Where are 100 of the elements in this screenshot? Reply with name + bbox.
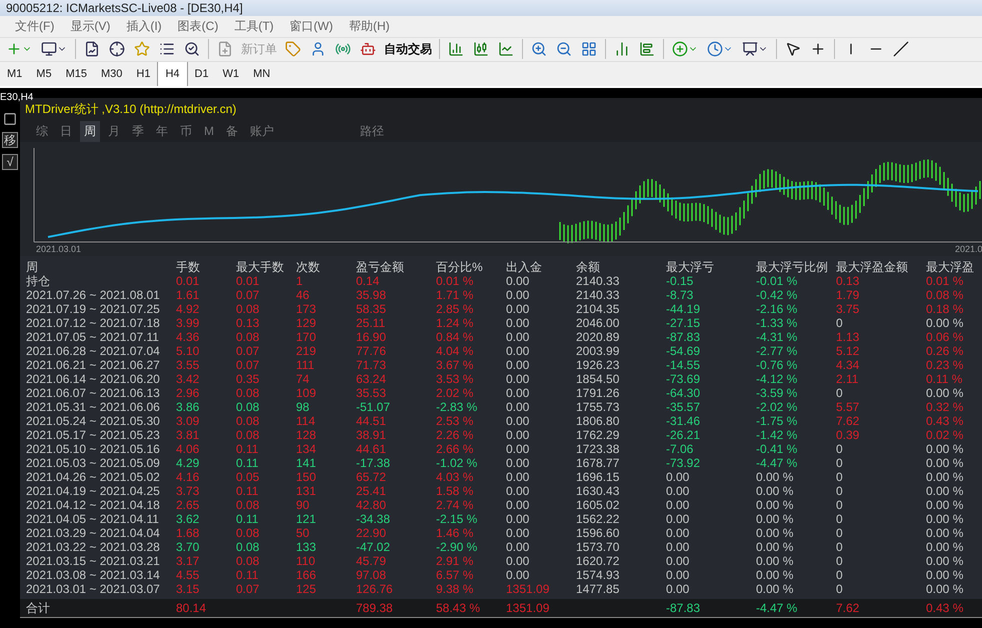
table-cell-text: 111	[296, 358, 316, 372]
table-cell-text: 0.07	[236, 288, 260, 302]
panel-tab[interactable]: 账户	[246, 120, 278, 142]
menu-item[interactable]: 插入(I)	[119, 16, 169, 37]
table-cell-text: -0.41 %	[756, 442, 798, 456]
table-cell-text: 0.00 %	[756, 582, 794, 596]
menu-item[interactable]: 工具(T)	[227, 16, 281, 37]
timeframe-tab[interactable]: M30	[94, 62, 130, 86]
table-cell-text: 173	[296, 302, 318, 316]
table-cell-text: -31.46	[666, 414, 702, 428]
timeframe-tab[interactable]: H4	[157, 62, 188, 86]
table-cell-text: 0.08	[236, 414, 260, 428]
table-cell-text: -73.69	[666, 372, 702, 386]
column-header: 出入金	[506, 260, 543, 274]
table-cell-text: 0.00	[666, 470, 690, 484]
table-cell-text: 63.24	[356, 372, 388, 386]
menu-item[interactable]: 文件(F)	[8, 16, 62, 37]
side-tool-button[interactable]: 移	[2, 132, 18, 148]
period-cell-text: 2021.06.07 ~ 2021.06.13	[26, 386, 161, 400]
table-cell-text: -73.92	[666, 456, 702, 470]
table-cell-text: 0.00	[506, 428, 530, 442]
timeframe-tab[interactable]: M1	[0, 62, 30, 86]
timeframe-tab[interactable]: H1	[129, 62, 158, 86]
column-header: 盈亏金额	[356, 260, 405, 274]
table-cell-text: 2.74 %	[436, 498, 474, 512]
timeframe-tab[interactable]: D1	[188, 62, 216, 86]
table-cell-text: 5.57	[836, 400, 860, 414]
table-cell-text: 129	[296, 316, 318, 330]
table-cell-text: 789.38	[356, 601, 394, 615]
table-cell-text: -1.42 %	[756, 428, 798, 442]
timeframe-tab[interactable]: MN	[246, 62, 278, 86]
table-cell-text: 141	[296, 456, 318, 470]
panel-tab[interactable]: 周	[80, 120, 100, 142]
table-cell-text: -1.33 %	[756, 316, 798, 330]
table-cell-text: 0.06 %	[926, 330, 964, 344]
panel-tab[interactable]: 季	[128, 120, 148, 142]
table-cell-text: 0.08	[236, 302, 260, 316]
table-cell-text: 44.51	[356, 414, 388, 428]
table-cell-text: 3.55	[176, 358, 200, 372]
period-cell-text: 2021.03.29 ~ 2021.04.04	[26, 526, 161, 540]
panel-tab[interactable]: M	[200, 122, 218, 140]
menu-item[interactable]: 图表(C)	[170, 16, 226, 37]
table-cell-text: -44.19	[666, 302, 702, 316]
table-cell-text: 0.00	[506, 512, 530, 526]
table-cell-text: 0.00 %	[926, 386, 964, 400]
table-cell-text: 4.92	[176, 302, 200, 316]
side-tool-button[interactable]: √	[2, 154, 18, 170]
table-cell-text: 0.00	[506, 358, 530, 372]
table-cell-text: 131	[296, 484, 318, 498]
table-cell-text: 0.08	[236, 526, 260, 540]
table-cell-text: 2.65	[176, 498, 200, 512]
panel-tab[interactable]: 综	[32, 120, 52, 142]
table-cell-text: 4.16	[176, 470, 200, 484]
panel-tab[interactable]: 备	[222, 120, 242, 142]
square-icon[interactable]	[3, 112, 17, 126]
table-cell-text: 0.00 %	[926, 568, 964, 582]
table-cell-text: 77.76	[356, 344, 388, 358]
table-cell-text: -2.77 %	[756, 344, 798, 358]
table-cell-text: -3.59 %	[756, 386, 798, 400]
table-cell-text: 0.00	[666, 484, 690, 498]
table-cell-text: -0.42 %	[756, 288, 798, 302]
table-cell-text: 90	[296, 498, 310, 512]
table-cell-text: -4.47 %	[756, 456, 798, 470]
table-cell-text: 98	[296, 400, 310, 414]
menu-item[interactable]: 窗口(W)	[282, 16, 340, 37]
table-cell-text: 0.84 %	[436, 330, 474, 344]
table-cell-text: 4.04 %	[436, 344, 474, 358]
period-cell-text: 2021.03.08 ~ 2021.03.14	[26, 568, 161, 582]
table-cell-text: 166	[296, 568, 318, 582]
table-cell-text: 71.73	[356, 358, 388, 372]
table-cell-text: -0.15	[666, 274, 694, 288]
panel-tab[interactable]: 币	[176, 120, 196, 142]
table-cell-text: -0.76 %	[756, 358, 798, 372]
period-cell-text: 2021.04.26 ~ 2021.05.02	[26, 470, 161, 484]
table-cell-text: -2.15 %	[436, 512, 478, 526]
column-header: 最大手数	[236, 260, 285, 274]
period-cell-text: 2021.05.24 ~ 2021.05.30	[26, 414, 161, 428]
table-cell-text: 0.00 %	[926, 582, 964, 596]
table-cell-text: 0.00 %	[756, 568, 794, 582]
table-cell-text: 0.00	[666, 498, 690, 512]
menu-item[interactable]: 帮助(H)	[342, 16, 397, 37]
table-cell-text: 0	[836, 554, 844, 568]
table-cell-text: 46	[296, 288, 310, 302]
menu-item[interactable]: 显示(V)	[63, 16, 118, 37]
auto-trading-button[interactable]: 自动交易	[381, 38, 435, 60]
table-cell-text: -0.01 %	[756, 274, 798, 288]
table-cell-text: 97.08	[356, 568, 388, 582]
period-cell-text: 2021.05.10 ~ 2021.05.16	[26, 442, 161, 456]
timeframe-tab[interactable]: M5	[29, 62, 59, 86]
table-cell-text: 58.43 %	[436, 601, 482, 615]
timeframe-tab[interactable]: M15	[58, 62, 94, 86]
panel-tab[interactable]: 月	[104, 120, 124, 142]
table-cell-text: 0	[836, 526, 844, 540]
panel-tab[interactable]: 年	[152, 120, 172, 142]
panel-tab[interactable]: 路径	[356, 120, 388, 142]
table-cell-text: 0.00	[506, 554, 530, 568]
table-cell-text: 0.11	[236, 456, 260, 470]
timeframe-tab[interactable]: W1	[216, 62, 246, 86]
panel-tab[interactable]: 日	[56, 120, 76, 142]
table-cell-text: 2.85 %	[436, 302, 474, 316]
